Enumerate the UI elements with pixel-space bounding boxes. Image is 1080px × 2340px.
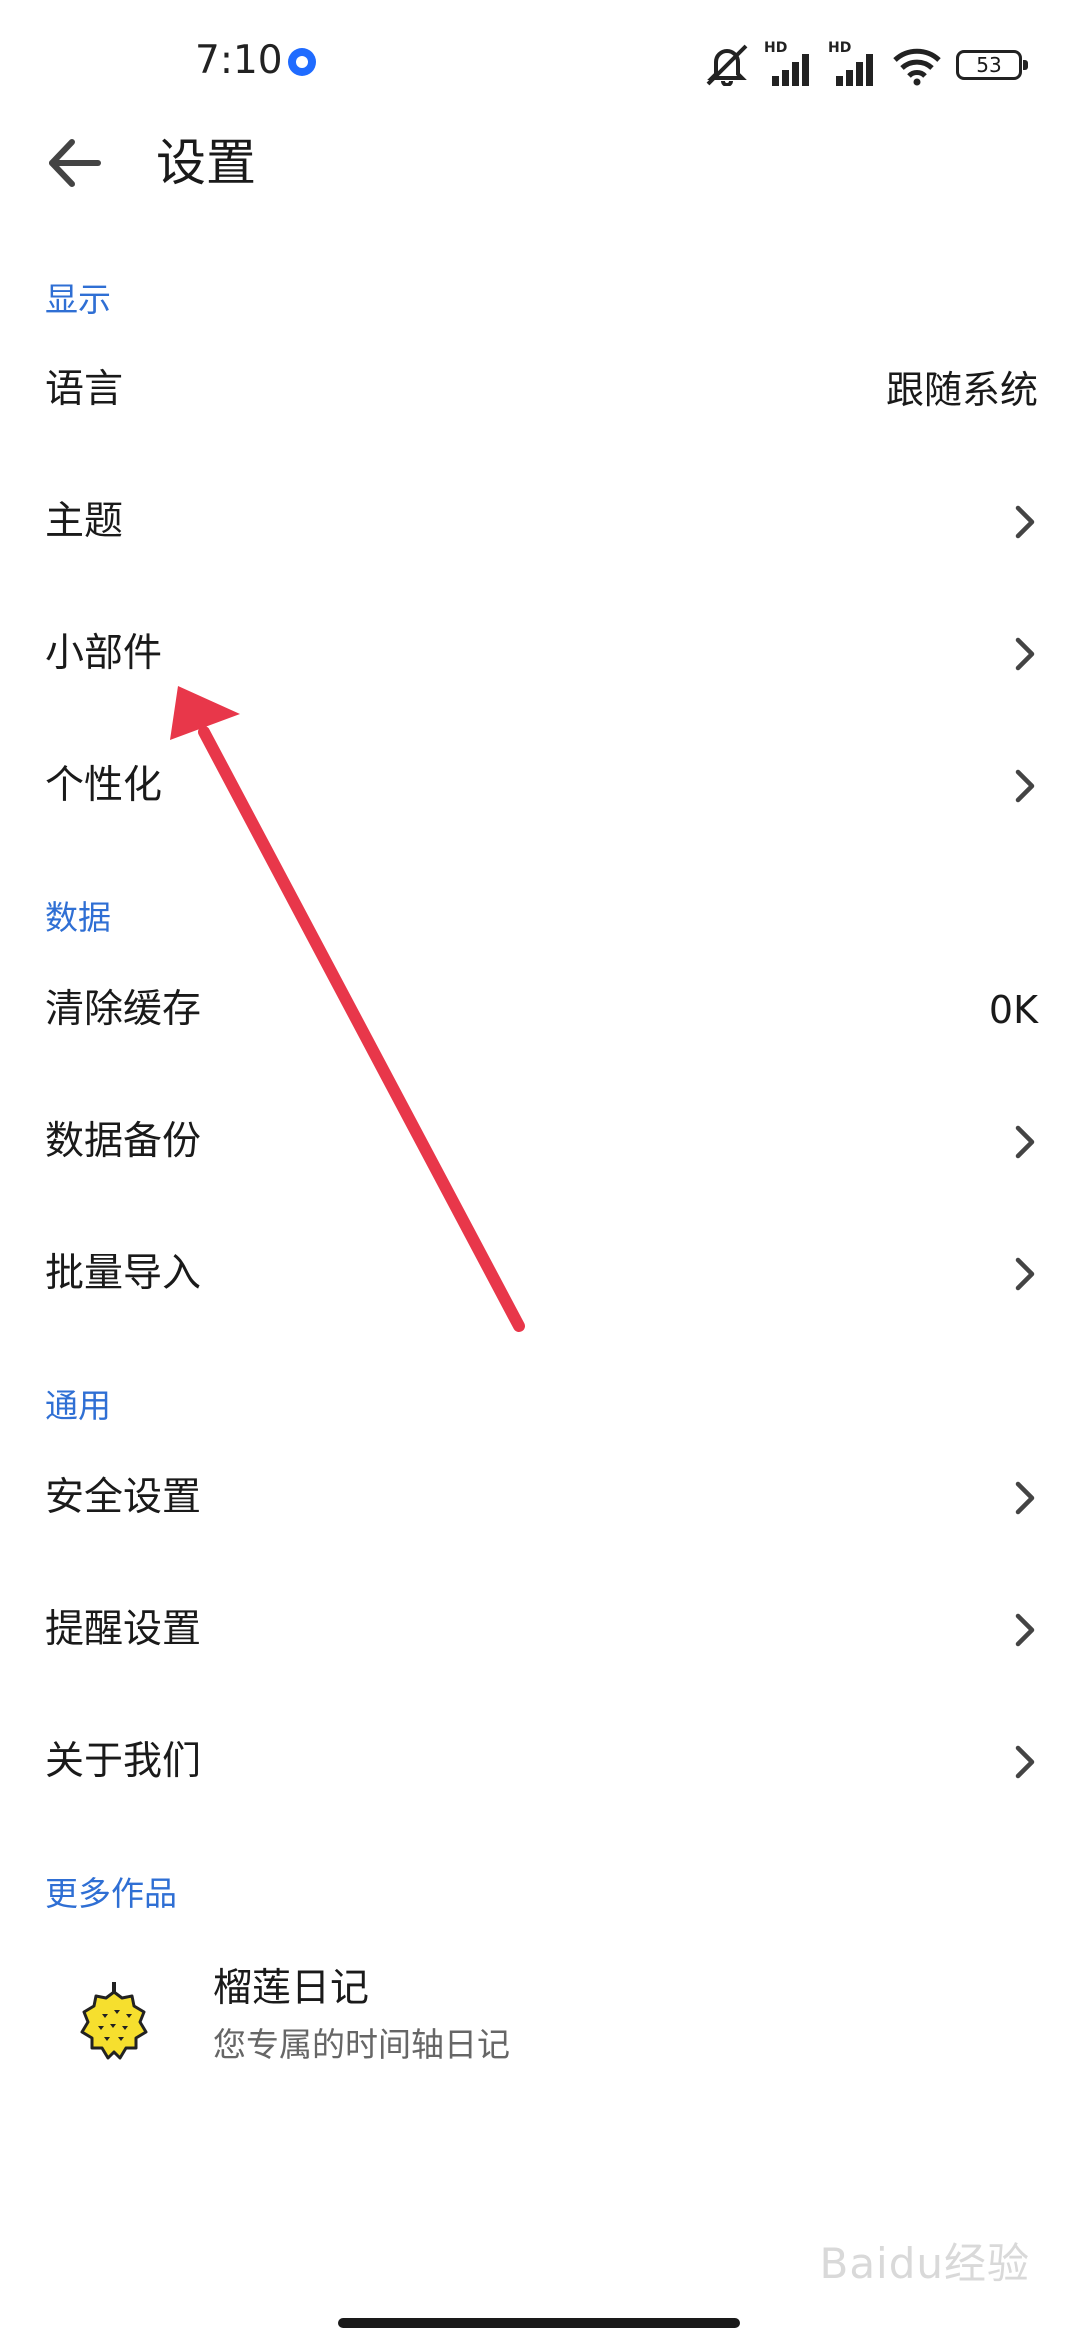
row-label: 批量导入: [45, 1251, 202, 1296]
status-icons: HD HD 53: [704, 38, 1028, 86]
row-label: 个性化: [45, 763, 163, 808]
chevron-right-icon: [1015, 1613, 1035, 1647]
app-description: 您专属的时间轴日记: [213, 2025, 510, 2064]
setting-row-reminder[interactable]: 提醒设置: [0, 1564, 1080, 1696]
setting-row-language[interactable]: 语言 跟随系统: [0, 324, 1080, 456]
setting-row-backup[interactable]: 数据备份: [0, 1076, 1080, 1208]
row-label: 关于我们: [45, 1739, 202, 1784]
setting-row-batch-import[interactable]: 批量导入: [0, 1208, 1080, 1340]
signal-hd-icon: HD: [828, 40, 878, 86]
chevron-right-icon: [1015, 505, 1035, 539]
chevron-right-icon: [1015, 769, 1035, 803]
mute-icon: [706, 44, 748, 86]
arrow-left-icon: [49, 139, 101, 187]
setting-row-security[interactable]: 安全设置: [0, 1432, 1080, 1564]
chevron-right-icon: [1015, 1257, 1035, 1291]
wifi-icon: [893, 48, 941, 86]
section-title-display: 显示: [45, 280, 111, 319]
setting-row-personalize[interactable]: 个性化: [0, 720, 1080, 852]
section-title-data: 数据: [45, 898, 111, 937]
setting-row-about[interactable]: 关于我们: [0, 1696, 1080, 1828]
baidu-watermark: Baidu经验: [819, 2239, 1030, 2288]
chevron-right-icon: [1015, 1745, 1035, 1779]
row-label: 小部件: [45, 631, 163, 676]
status-time: 7:10: [195, 38, 283, 83]
app-name: 榴莲日记: [213, 1966, 370, 2011]
back-button[interactable]: [44, 130, 124, 196]
row-label: 数据备份: [45, 1119, 202, 1164]
chevron-right-icon: [1015, 637, 1035, 671]
setting-row-clear-cache[interactable]: 清除缓存 0K: [0, 944, 1080, 1076]
notification-dot-icon: [288, 48, 316, 76]
section-title-more-works: 更多作品: [45, 1874, 177, 1913]
row-label: 提醒设置: [45, 1607, 202, 1652]
page-title: 设置: [156, 134, 256, 192]
signal-hd-icon: HD: [764, 40, 814, 86]
hd-label: HD: [828, 40, 852, 56]
row-label: 清除缓存: [45, 987, 202, 1032]
hd-label: HD: [764, 40, 788, 56]
row-label: 主题: [45, 499, 124, 544]
row-label: 安全设置: [45, 1475, 202, 1520]
more-works-item[interactable]: [0, 1940, 1080, 2100]
row-label: 语言: [45, 367, 124, 412]
home-indicator[interactable]: [338, 2318, 740, 2328]
setting-row-widget[interactable]: 小部件: [0, 588, 1080, 720]
setting-row-theme[interactable]: 主题: [0, 456, 1080, 588]
chevron-right-icon: [1015, 1125, 1035, 1159]
row-value: 0K: [988, 988, 1038, 1032]
durian-icon[interactable]: [78, 1980, 150, 2064]
battery-icon: 53: [956, 50, 1028, 80]
section-title-general: 通用: [45, 1386, 111, 1425]
row-value: 跟随系统: [885, 368, 1038, 412]
chevron-right-icon: [1015, 1481, 1035, 1515]
